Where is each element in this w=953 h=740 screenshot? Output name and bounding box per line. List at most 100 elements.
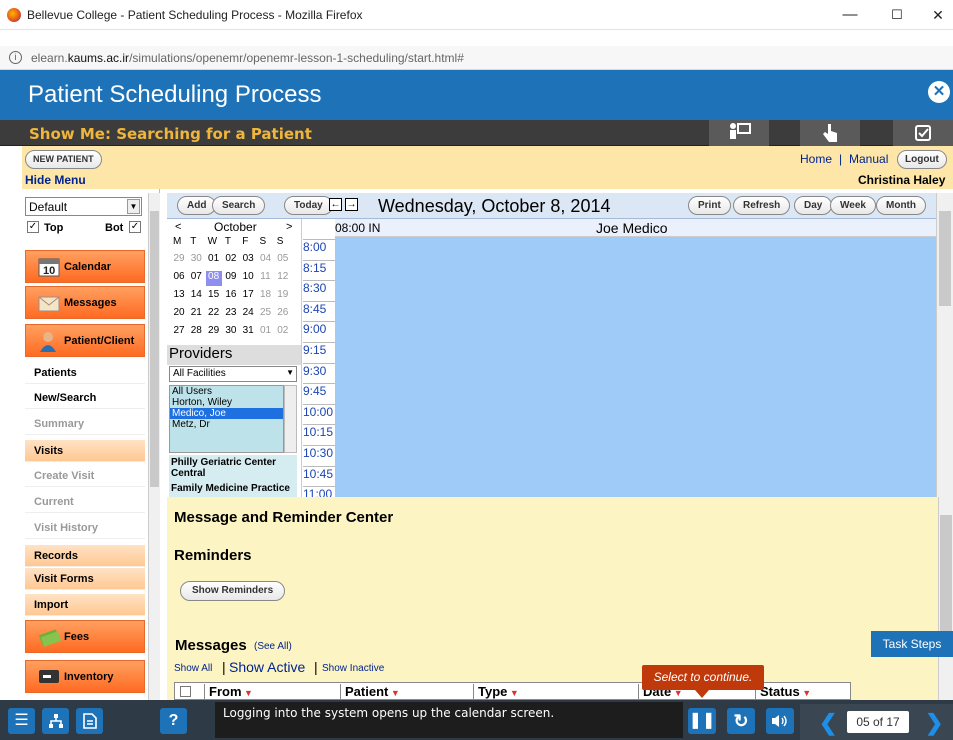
- week-button[interactable]: Week: [830, 196, 876, 215]
- replay-icon[interactable]: ↻: [727, 708, 755, 734]
- day-cell[interactable]: 13: [171, 289, 187, 304]
- month-button[interactable]: Month: [876, 196, 926, 215]
- day-cell[interactable]: 25: [258, 307, 274, 322]
- task-steps-button[interactable]: Task Steps: [871, 631, 953, 657]
- day-cell[interactable]: 23: [223, 307, 239, 322]
- url-text[interactable]: elearn.kaums.ac.ir/simulations/openemr/o…: [31, 51, 464, 65]
- day-cell[interactable]: 30: [188, 253, 204, 268]
- pause-icon[interactable]: ❚❚: [688, 708, 716, 734]
- day-cell[interactable]: 08: [205, 271, 222, 286]
- day-cell[interactable]: 10: [240, 271, 256, 286]
- time-slot[interactable]: 10:15: [303, 424, 335, 444]
- hide-menu-link[interactable]: Hide Menu: [25, 173, 86, 187]
- arrow-right-icon[interactable]: →: [345, 198, 358, 211]
- day-cell[interactable]: 14: [188, 289, 204, 304]
- menu-item-calendar[interactable]: 10 Calendar: [25, 250, 145, 283]
- day-cell[interactable]: 01: [206, 253, 222, 268]
- arrow-left-icon[interactable]: ←: [329, 198, 342, 211]
- show-active-link[interactable]: Show Active: [229, 659, 305, 675]
- day-cell[interactable]: 09: [223, 271, 239, 286]
- day-cell[interactable]: 04: [258, 253, 274, 268]
- column-header[interactable]: From ▼: [204, 684, 253, 699]
- info-icon[interactable]: i: [9, 51, 22, 64]
- presenter-icon[interactable]: [709, 120, 769, 146]
- day-cell[interactable]: 16: [223, 289, 239, 304]
- top-checkbox[interactable]: ✓: [27, 221, 39, 233]
- menu-item-visits[interactable]: Visits: [25, 440, 145, 462]
- time-slot[interactable]: 8:00: [303, 239, 335, 259]
- providers-scrollbar[interactable]: [284, 385, 297, 453]
- day-button[interactable]: Day: [794, 196, 833, 215]
- sort-arrow-icon[interactable]: ▼: [388, 688, 400, 698]
- day-cell[interactable]: 19: [275, 289, 291, 304]
- day-cell[interactable]: 20: [171, 307, 187, 322]
- provider-option[interactable]: All Users: [170, 386, 283, 397]
- providers-list[interactable]: All Users Horton, Wiley Medico, Joe Metz, D…: [169, 385, 284, 453]
- menu-item-visit-forms[interactable]: Visit Forms: [25, 568, 145, 590]
- refresh-button[interactable]: Refresh: [733, 196, 791, 215]
- time-slot[interactable]: 10:00: [303, 403, 335, 424]
- menu-item-summary[interactable]: Summary: [25, 413, 145, 435]
- show-all-link[interactable]: Show All: [174, 663, 212, 674]
- day-cell[interactable]: 17: [240, 289, 256, 304]
- menu-item-inventory[interactable]: Inventory: [25, 660, 145, 693]
- slot-label[interactable]: 08:00 IN: [335, 221, 380, 235]
- logout-button[interactable]: Logout: [897, 150, 947, 169]
- provider-option[interactable]: Horton, Wiley: [170, 397, 283, 408]
- day-cell[interactable]: 21: [188, 307, 204, 322]
- menu-list-icon[interactable]: ☰: [8, 708, 35, 734]
- time-slot[interactable]: 9:15: [303, 342, 335, 362]
- search-button[interactable]: Search: [212, 196, 266, 215]
- day-cell[interactable]: 03: [240, 253, 256, 268]
- audio-icon[interactable]: [766, 708, 794, 734]
- time-slot[interactable]: 9:30: [303, 362, 335, 383]
- menu-item-import[interactable]: Import: [25, 594, 145, 616]
- time-slot[interactable]: 8:30: [303, 280, 335, 300]
- home-link[interactable]: Home: [800, 152, 832, 166]
- sort-arrow-icon[interactable]: ▼: [800, 688, 811, 698]
- provider-option[interactable]: Metz, Dr: [170, 419, 283, 430]
- calendar-scrollbar[interactable]: [936, 193, 953, 497]
- day-cell[interactable]: 02: [275, 325, 291, 340]
- next-page-icon[interactable]: ❯: [925, 710, 943, 736]
- time-slot[interactable]: 8:15: [303, 259, 335, 280]
- time-slot[interactable]: 10:30: [303, 445, 335, 465]
- see-all-link[interactable]: (See All): [254, 641, 292, 652]
- menu-item-visit-history[interactable]: Visit History: [25, 517, 145, 539]
- menu-scrollbar[interactable]: [148, 193, 160, 700]
- next-month-button[interactable]: >: [286, 221, 292, 233]
- show-reminders-button[interactable]: Show Reminders: [180, 581, 286, 601]
- menu-item-new-search[interactable]: New/Search: [25, 387, 145, 409]
- day-cell[interactable]: 11: [258, 271, 274, 286]
- select-all-checkbox[interactable]: [180, 686, 191, 697]
- column-header[interactable]: Type ▼: [473, 684, 519, 699]
- message-scrollbar[interactable]: [938, 497, 953, 700]
- scroll-thumb[interactable]: [939, 211, 951, 306]
- day-cell[interactable]: 18: [258, 289, 274, 304]
- try-it-icon[interactable]: [800, 120, 860, 146]
- address-bar[interactable]: i elearn.kaums.ac.ir/simulations/openemr…: [0, 46, 953, 70]
- bot-checkbox[interactable]: ✓: [129, 221, 141, 233]
- menu-item-patients[interactable]: Patients: [25, 362, 145, 384]
- menu-item-messages[interactable]: Messages: [25, 286, 145, 319]
- sort-arrow-icon[interactable]: ▼: [242, 688, 253, 698]
- day-cell[interactable]: 22: [206, 307, 222, 322]
- add-button[interactable]: Add: [177, 196, 217, 215]
- day-cell[interactable]: 02: [223, 253, 239, 268]
- time-slot[interactable]: 9:45: [303, 383, 335, 403]
- time-slot[interactable]: 9:00: [303, 321, 335, 341]
- menu-item-records[interactable]: Records: [25, 545, 145, 567]
- menu-item-create-visit[interactable]: Create Visit: [25, 465, 145, 487]
- manual-link[interactable]: Manual: [849, 152, 888, 166]
- day-cell[interactable]: 27: [171, 325, 187, 340]
- day-cell[interactable]: 28: [188, 325, 204, 340]
- menu-layout-select[interactable]: Default ▼: [25, 197, 142, 216]
- menu-item-current[interactable]: Current: [25, 491, 145, 513]
- provider-option[interactable]: Medico, Joe: [170, 408, 283, 419]
- column-header[interactable]: Patient ▼: [340, 684, 400, 699]
- menu-item-patient-client[interactable]: Patient/Client: [25, 324, 145, 357]
- time-slot[interactable]: 10:45: [303, 465, 335, 486]
- time-slot[interactable]: 8:45: [303, 300, 335, 321]
- day-cell[interactable]: 29: [206, 325, 222, 340]
- prev-page-icon[interactable]: ❮: [819, 710, 837, 736]
